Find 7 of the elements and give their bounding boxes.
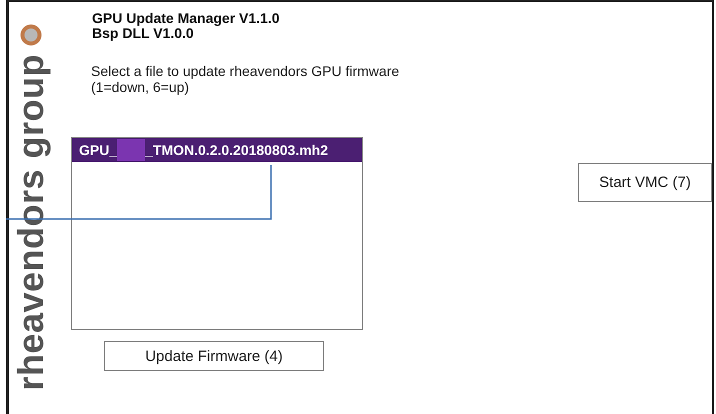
- start-vmc-button[interactable]: Start VMC (7): [578, 163, 712, 202]
- brand-name: rheavendors group: [13, 54, 49, 391]
- file-list-item[interactable]: GPU_ _TMON.0.2.0.20180803.mh2: [72, 138, 362, 162]
- app-title: GPU Update Manager V1.1.0 Bsp DLL V1.0.0: [92, 11, 281, 41]
- update-firmware-button[interactable]: Update Firmware (4): [104, 341, 324, 371]
- instruction-text: Select a file to update rheavendors GPU firmware (1=down, 6=up): [91, 63, 400, 95]
- logo-icon: [20, 24, 42, 46]
